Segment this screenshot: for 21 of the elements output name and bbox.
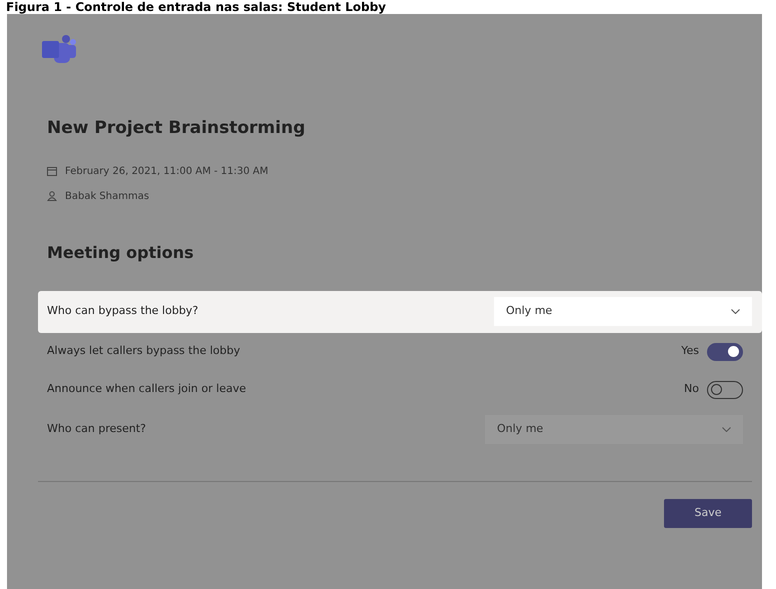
option-label: Who can present?	[47, 421, 146, 438]
logo-icon	[42, 34, 76, 64]
option-label: Always let callers bypass the lobby	[47, 343, 240, 360]
chevron-icon	[722, 427, 731, 432]
dropdown[interactable]: Only me	[494, 297, 752, 326]
section-heading: Meeting options	[47, 242, 195, 264]
meeting-organizer: Babak Shammas	[65, 190, 150, 204]
person-icon	[47, 191, 57, 201]
dropdown[interactable]: Only me	[485, 415, 743, 444]
toggle-state-text: Yes	[681, 343, 699, 360]
option-label: Who can bypass the lobby?	[47, 303, 198, 320]
meeting-date: February 26, 2021, 11:00 AM - 11:30 AM	[65, 164, 268, 178]
figure-caption: Figura 1 - Controle de entrada nas salas: Student Lobby	[6, 0, 386, 14]
toggle-switch[interactable]	[707, 342, 743, 360]
option-label: Announce when callers join or leave	[47, 381, 246, 398]
chevron-icon	[731, 309, 740, 314]
toggle-state-text: No	[684, 381, 699, 398]
save-button[interactable]: Save	[664, 498, 752, 528]
calendar-icon	[47, 166, 57, 176]
toggle-switch[interactable]	[707, 380, 743, 398]
meeting-title: New Project Brainstorming	[47, 117, 306, 140]
